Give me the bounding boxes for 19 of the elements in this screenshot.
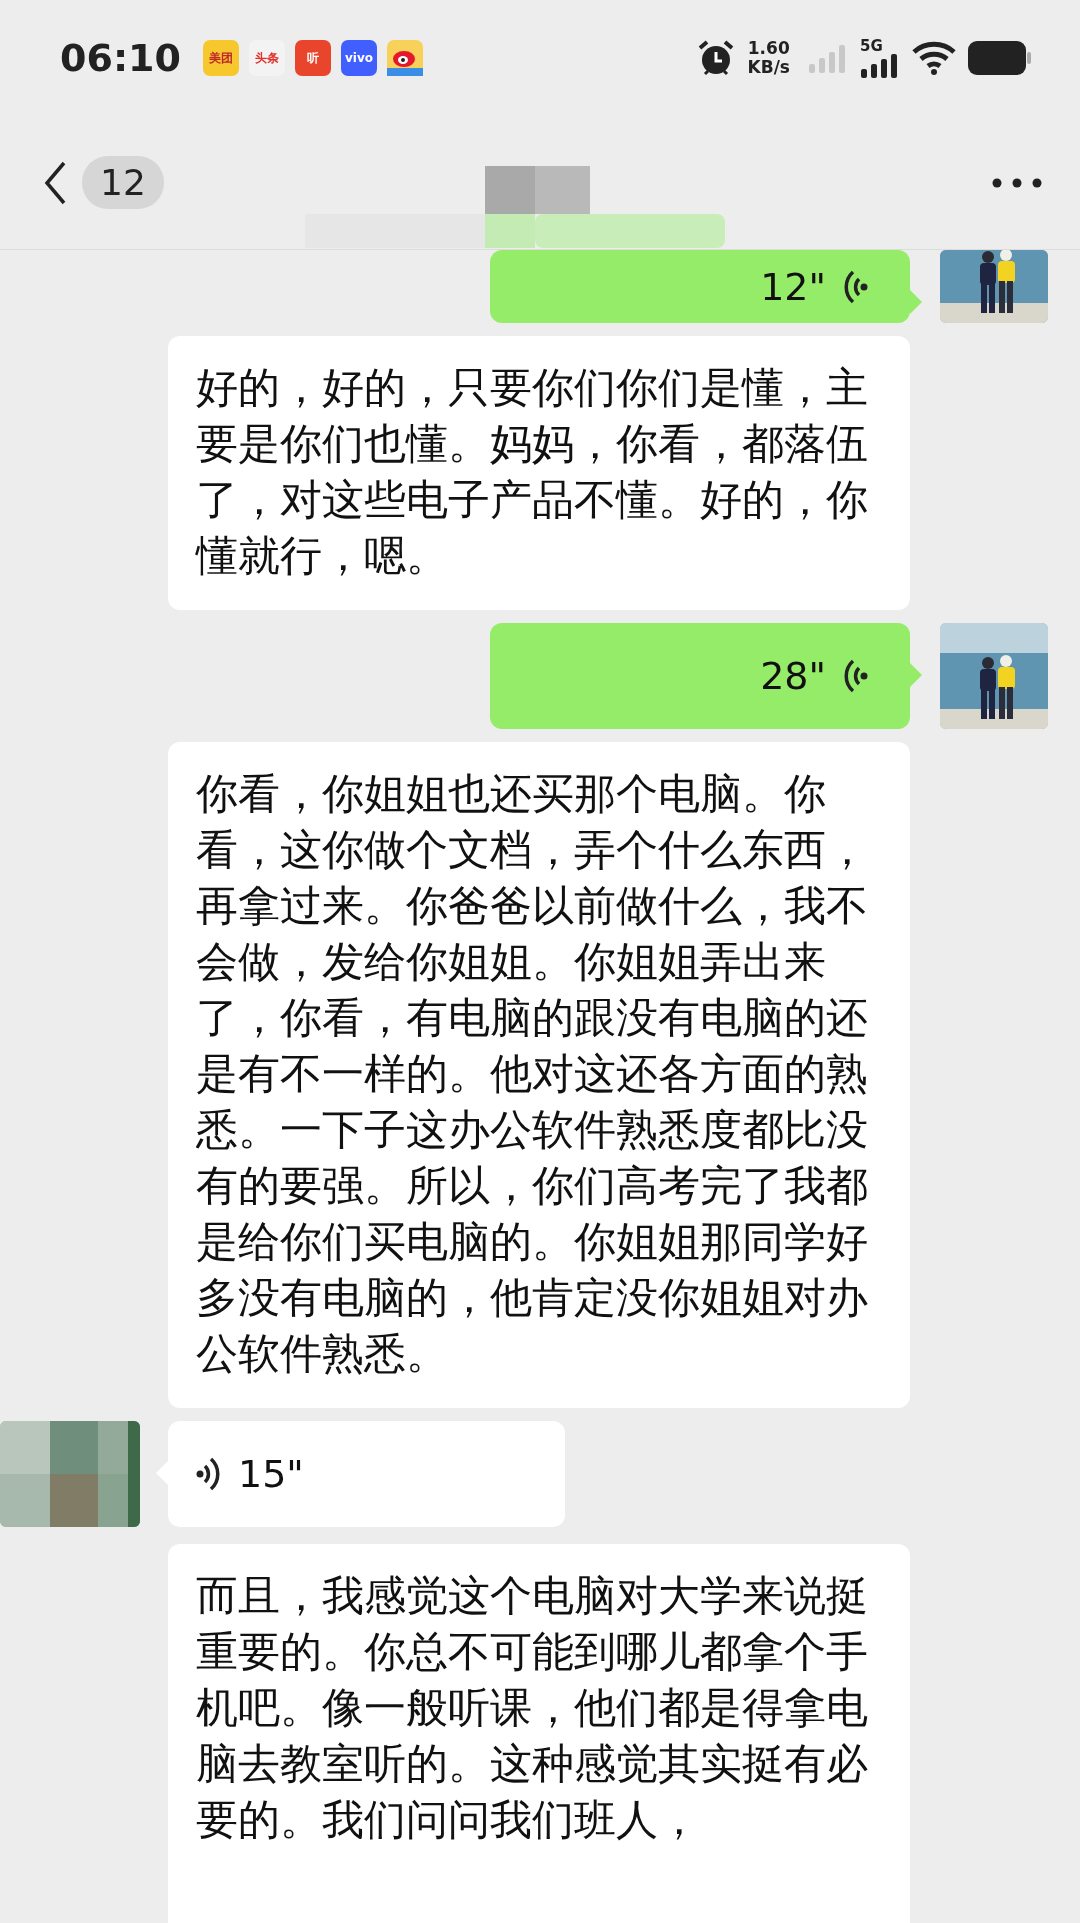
back-button[interactable]: 12 [44,156,164,209]
network-type: 5G [860,38,883,54]
status-time: 06:10 [60,36,181,80]
text-message: 而且，我感觉这个电脑对大学来说挺重要的。你总不可能到哪儿都拿个手机吧。像一般听课，他们都是得拿电脑去教室听的。这种感觉其实挺有必要的。我们问问我们班人， [168,1544,910,1923]
app-icon: 头条 [248,40,285,76]
wifi-icon [912,41,956,75]
app-icon: 听 [294,40,331,76]
network-speed: 1.60 [747,39,790,58]
text-message: 好的，好的，只要你们你们是懂，主要是你们也懂。妈妈，你看，都落伍了，对这些电子产品不懂。好的，你懂就行，嗯。 [168,336,910,610]
battery-icon [968,41,1032,75]
network-unit: KB/s [747,58,790,77]
back-icon [44,160,68,205]
signal-icon [860,54,900,78]
unread-count: 12 [82,156,164,209]
app-icon: vivo [340,40,377,76]
signal-icon [808,43,848,73]
text-message: 你看，你姐姐也还买那个电脑。你看，这你做个文档，弄个什么东西，再拿过来。你爸爸以前做什么，我不会做，发给你姐姐。你姐姐弄出来了，你看，有电脑的跟没有电脑的还是有不一样的。他对这还各方面的熟悉。一下子这办公软件熟悉度都比没有的要强。所以，你们高考完了我都是给你们买电脑的。你姐姐那同学好多没有电脑的，他肯定没你姐姐对办公软件熟悉。 [168,742,910,1408]
more-icon[interactable] [992,177,1042,188]
app-icon: 美团 [202,40,239,76]
